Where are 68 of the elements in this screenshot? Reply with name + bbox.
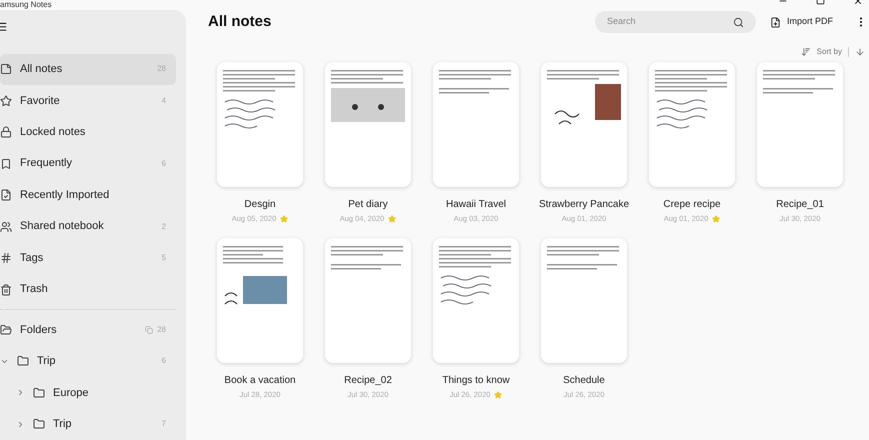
- sidebar-item[interactable]: Folders 28: [0, 314, 176, 346]
- note-title: Hawaii Travel: [446, 198, 506, 212]
- people-icon: [0, 220, 12, 233]
- folder-icon: [0, 324, 12, 336]
- sidebar-item[interactable]: Europe: [0, 377, 176, 409]
- note-card[interactable]: [325, 62, 411, 187]
- lock-icon: [0, 126, 12, 138]
- sidebar-item[interactable]: Recently Imported: [0, 179, 176, 211]
- note-preview-drawing: [439, 70, 511, 94]
- note-card[interactable]: [325, 238, 411, 364]
- note-card[interactable]: [217, 62, 303, 187]
- note-title: Strawberry Pancake: [538, 198, 630, 212]
- note-preview-drawing: [223, 70, 295, 128]
- note-preview-drawing: [763, 70, 835, 94]
- chevron-right-icon: [16, 388, 25, 398]
- favorite-star-icon: [280, 214, 288, 223]
- favorite-star-icon: [494, 390, 502, 399]
- note-title: Desgin: [244, 198, 276, 212]
- sidebar-item[interactable]: Trip 7: [0, 408, 176, 440]
- note-preview-drawing: [655, 70, 727, 128]
- star-icon: [0, 94, 12, 107]
- sidebar-item[interactable]: Favorite 4: [0, 85, 176, 117]
- checked-document-icon: [0, 189, 12, 202]
- folder-icon: [33, 386, 45, 399]
- copy-icon[interactable]: [145, 326, 154, 334]
- folder-icon: [33, 418, 45, 430]
- trash-icon: [0, 284, 12, 296]
- note-card[interactable]: [757, 62, 843, 187]
- note-card[interactable]: [541, 62, 627, 187]
- window-title: amsung Notes: [0, 0, 52, 9]
- note-title: Book a vacation: [224, 374, 296, 388]
- note-title: Schedule: [563, 374, 605, 388]
- import-pdf-button[interactable]: Import PDF: [770, 15, 833, 29]
- search-input[interactable]: Search: [606, 15, 733, 29]
- page-title: All notes: [208, 12, 272, 32]
- search-icon: [732, 16, 744, 28]
- favorite-star-icon: [388, 214, 396, 223]
- note-preview-drawing: [547, 246, 619, 270]
- note-icon: [0, 63, 12, 76]
- note-title: Crepe recipe: [663, 198, 721, 212]
- note-preview-drawing: [331, 246, 403, 270]
- favorite-star-icon: [712, 214, 720, 223]
- sidebar-item[interactable]: Trip 6: [0, 346, 176, 378]
- sidebar-item[interactable]: Frequently 6: [0, 148, 176, 180]
- note-card[interactable]: [433, 238, 519, 364]
- chevron-right-icon: [16, 420, 25, 429]
- sort-icon: [800, 47, 811, 57]
- note-card[interactable]: [649, 62, 735, 187]
- arrow-down-icon[interactable]: [855, 47, 865, 57]
- note-card[interactable]: [217, 238, 303, 364]
- note-preview-drawing: [223, 246, 287, 305]
- folder-icon: [17, 355, 29, 368]
- sidebar-item[interactable]: Tags 5: [0, 242, 176, 274]
- note-card[interactable]: [541, 238, 627, 364]
- note-title: Recipe_02: [344, 374, 392, 388]
- sort-button[interactable]: Sort by: [800, 46, 842, 58]
- note-title: Recipe_01: [776, 198, 824, 212]
- note-card[interactable]: [433, 62, 519, 187]
- note-preview-drawing: [439, 246, 511, 305]
- hash-icon: [0, 252, 12, 264]
- search-field[interactable]: Search: [594, 11, 756, 33]
- sidebar-item[interactable]: Shared notebook 2: [0, 210, 176, 242]
- bookmark-icon: [0, 158, 12, 170]
- sidebar-item[interactable]: Locked notes: [0, 116, 176, 148]
- note-title: Things to know: [442, 374, 510, 388]
- sidebar-item[interactable]: Trash: [0, 274, 176, 306]
- note-title: Pet diary: [348, 198, 388, 212]
- file-plus-icon: [770, 16, 781, 28]
